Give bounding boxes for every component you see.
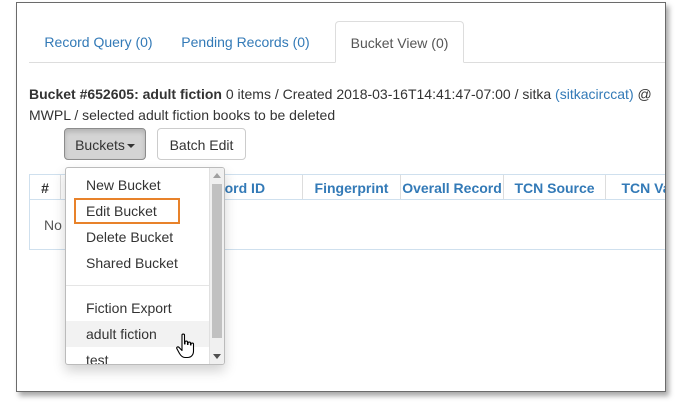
menu-item-bucket-fiction-export[interactable]: Fiction Export [66,295,209,321]
tab-pending-records[interactable]: Pending Records (0) [170,21,321,61]
tab-bar: Record Query (0) Pending Records (0) Buc… [29,21,665,63]
buckets-dropdown-menu: New Bucket Edit Bucket Delete Bucket Sha… [65,167,225,365]
menu-scrollbar[interactable] [209,168,224,364]
buckets-button-label: Buckets [75,137,125,153]
tab-bucket-view[interactable]: Bucket View (0) [335,21,464,63]
hand-pointer-cursor-icon [176,333,195,359]
buckets-dropdown-button[interactable]: Buckets [64,128,146,160]
app-window: Record Query (0) Pending Records (0) Buc… [16,2,666,392]
grid-empty-message: No [44,217,62,233]
menu-divider [66,285,209,286]
column-header-tcn-value[interactable]: TCN Va [606,175,665,199]
menu-item-edit-bucket[interactable]: Edit Bucket [74,198,180,224]
menu-item-delete-bucket[interactable]: Delete Bucket [66,224,209,250]
menu-item-new-bucket[interactable]: New Bucket [66,172,209,198]
tab-record-query[interactable]: Record Query (0) [29,21,168,61]
caret-down-icon [126,144,135,149]
bucket-owner-link[interactable]: (sitkacirccat) [555,86,634,102]
bucket-title: Bucket #652605: adult fiction [29,86,222,102]
scroll-thumb[interactable] [212,184,222,338]
bucket-details: 0 items / Created 2018-03-16T14:41:47-07… [221,86,556,102]
column-header-overall-record[interactable]: Overall Record [401,175,504,199]
bucket-summary: Bucket #652605: adult fiction 0 items / … [29,84,655,126]
batch-edit-button[interactable]: Batch Edit [157,128,246,160]
scroll-up-arrow-icon[interactable] [213,173,221,178]
column-header-tcn-source[interactable]: TCN Source [504,175,606,199]
menu-item-shared-bucket[interactable]: Shared Bucket [66,250,209,276]
column-header-fingerprint[interactable]: Fingerprint [303,175,401,199]
scroll-down-arrow-icon[interactable] [213,354,221,359]
column-header-number: # [30,175,61,199]
